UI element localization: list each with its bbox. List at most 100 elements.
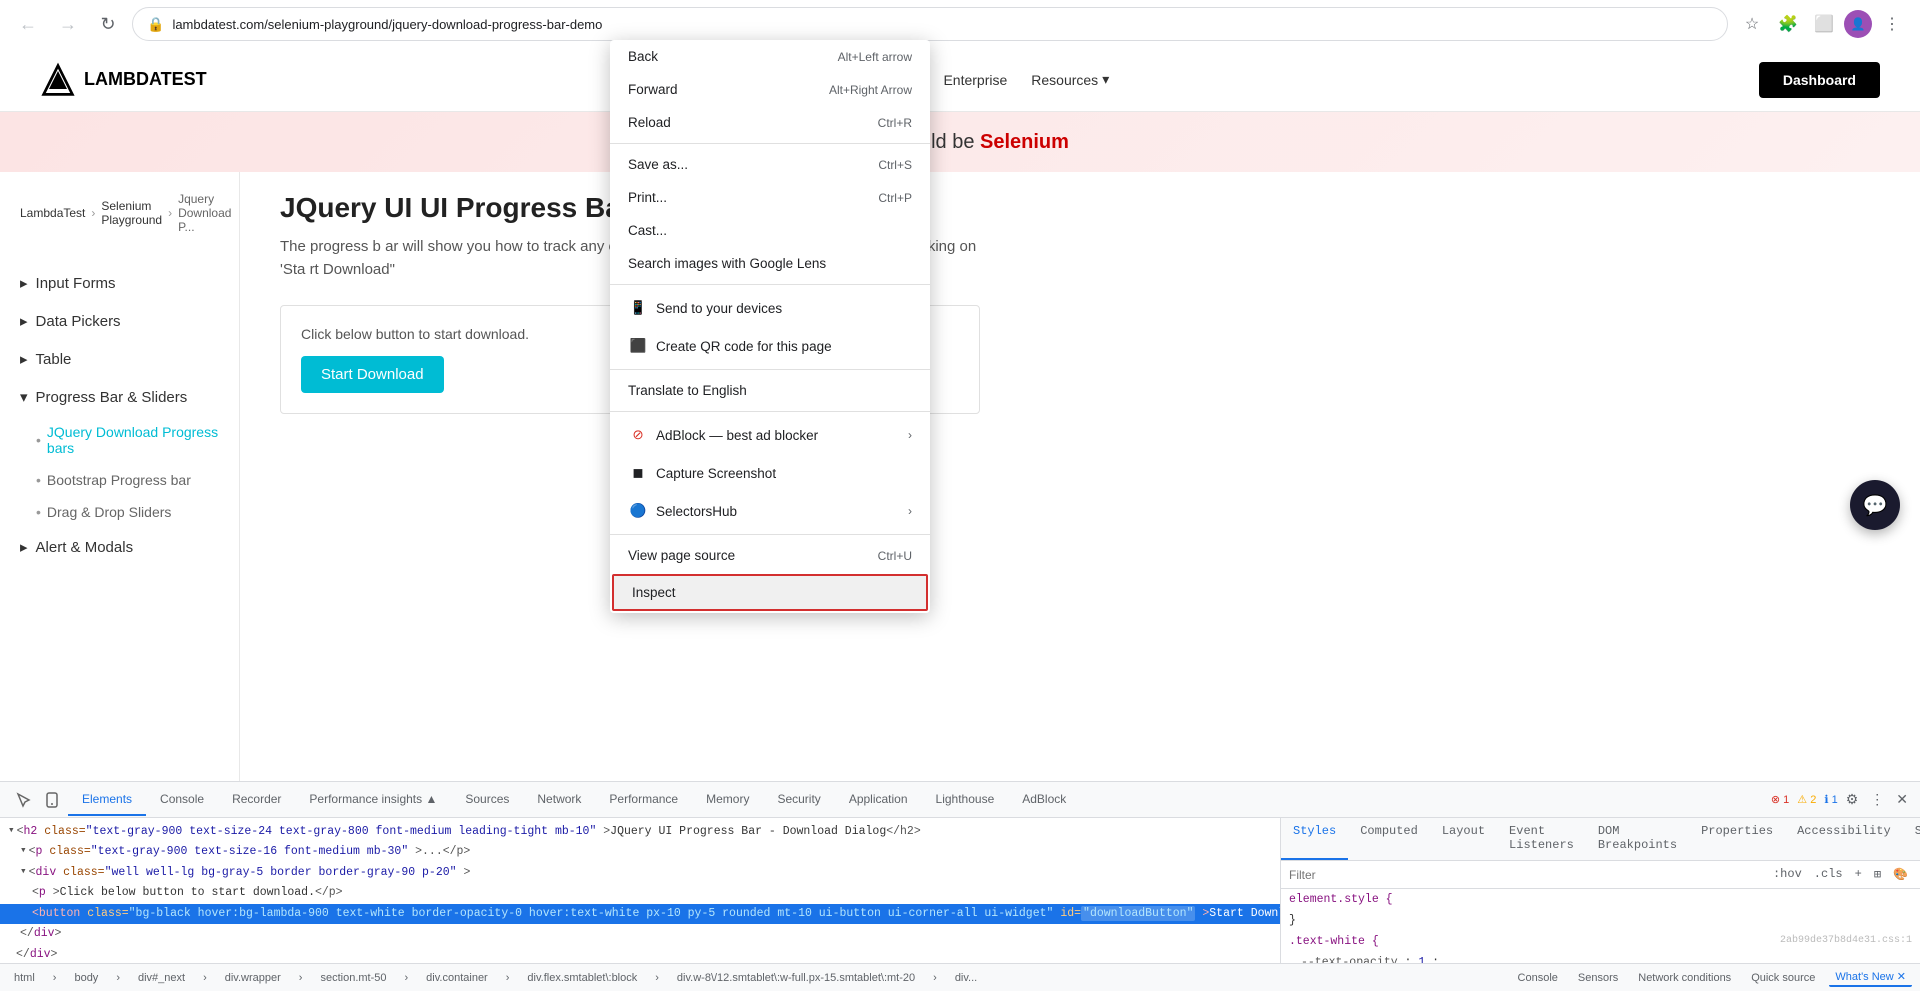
context-menu-cast[interactable]: Cast...	[610, 214, 930, 247]
context-menu-divider-1	[610, 143, 930, 144]
devtools-tab-application[interactable]: Application	[835, 784, 922, 816]
site-header: LAMBDATEST Platform ▾ Enterprise Resourc…	[0, 48, 1920, 112]
html-line-2[interactable]: ▾ <p class="text-gray-900 text-size-16 f…	[0, 842, 1280, 862]
styles-tab-properties[interactable]: Properties	[1689, 818, 1785, 860]
breadcrumb-div-w8[interactable]: div.w-8\/12.smtablet\:w-full.px-15.smtab…	[671, 970, 921, 986]
sidebar-subitem-jquery-download[interactable]: • JQuery Download Progress bars	[0, 416, 239, 464]
devtools-bottom-bar: html › body › div#_next › div.wrapper › …	[0, 963, 1920, 991]
dashboard-button[interactable]: Dashboard	[1759, 62, 1880, 98]
nav-enterprise[interactable]: Enterprise	[943, 72, 1007, 88]
breadcrumb-playground[interactable]: Selenium Playground	[101, 199, 162, 227]
styles-tab-dom-breakpoints[interactable]: DOM Breakpoints	[1586, 818, 1689, 860]
devtools-tab-performance-insights[interactable]: Performance insights ▲	[295, 784, 451, 816]
error-badge[interactable]: ⊗ 1	[1771, 793, 1789, 806]
hov-filter[interactable]: :hov	[1769, 865, 1806, 884]
warning-badge[interactable]: ⚠ 2	[1797, 793, 1816, 806]
breadcrumb-div-flex[interactable]: div.flex.smtablet\:block	[521, 970, 643, 986]
breadcrumb-section[interactable]: section.mt-50	[314, 970, 392, 986]
filter-actions: :hov .cls + ⊞ 🎨	[1769, 865, 1912, 884]
styles-tab-event-listeners[interactable]: Event Listeners	[1497, 818, 1586, 860]
context-menu-selectorshub[interactable]: 🔵 SelectorsHub ›	[610, 492, 930, 530]
sidebar-item-progress-bar[interactable]: ▾ Progress Bar & Sliders	[0, 378, 239, 416]
context-menu-search-lens[interactable]: Search images with Google Lens	[610, 247, 930, 280]
devtools-tab-adblock[interactable]: AdBlock	[1008, 784, 1080, 816]
cls-filter[interactable]: .cls	[1810, 865, 1847, 884]
chat-button[interactable]: 💬	[1850, 480, 1900, 530]
sidebar-item-input-forms[interactable]: ▸ Input Forms	[0, 264, 239, 302]
context-menu-screenshot[interactable]: ◼ Capture Screenshot	[610, 454, 930, 492]
breadcrumb-div-next[interactable]: div#_next	[132, 970, 191, 986]
toggle-computed[interactable]: ⊞	[1870, 865, 1885, 884]
devtools-settings-button[interactable]: ⚙	[1842, 787, 1863, 812]
info-badge[interactable]: ℹ 1	[1824, 793, 1837, 806]
add-filter[interactable]: +	[1851, 865, 1866, 884]
context-menu-print[interactable]: Print... Ctrl+P	[610, 181, 930, 214]
styles-tab-selectorshub[interactable]: SelectorsHub	[1903, 818, 1920, 860]
toggle-colors[interactable]: 🎨	[1889, 865, 1912, 884]
context-menu: Back Alt+Left arrow Forward Alt+Right Ar…	[610, 40, 930, 613]
devtools-tab-memory[interactable]: Memory	[692, 784, 763, 816]
more-menu-button[interactable]: ⋮	[1876, 8, 1908, 40]
devtools-tab-elements[interactable]: Elements	[68, 784, 146, 816]
styles-tab-layout[interactable]: Layout	[1430, 818, 1497, 860]
context-menu-inspect[interactable]: Inspect	[612, 574, 928, 611]
start-download-button[interactable]: Start Download	[301, 356, 444, 393]
device-toolbar-button[interactable]	[40, 788, 64, 812]
nav-resources[interactable]: Resources ▾	[1031, 71, 1109, 88]
styles-tab-styles[interactable]: Styles	[1281, 818, 1348, 860]
forward-button[interactable]: →	[52, 8, 84, 40]
sidebar-subitem-drag-drop[interactable]: • Drag & Drop Sliders	[0, 496, 239, 528]
html-line-6[interactable]: </div>	[0, 924, 1280, 944]
html-line-7[interactable]: </div>	[0, 945, 1280, 963]
context-menu-view-source[interactable]: View page source Ctrl+U	[610, 539, 930, 572]
devtools-tab-security[interactable]: Security	[763, 784, 834, 816]
extension-button[interactable]: 🧩	[1772, 8, 1804, 40]
split-screen-button[interactable]: ⬜	[1808, 8, 1840, 40]
devtools-tab-console[interactable]: Console	[146, 784, 218, 816]
styles-tab-accessibility[interactable]: Accessibility	[1785, 818, 1903, 860]
html-line-4[interactable]: <p >Click below button to start download…	[0, 883, 1280, 903]
bottom-tab-console[interactable]: Console	[1512, 970, 1564, 986]
devtools-tab-performance[interactable]: Performance	[595, 784, 692, 816]
context-menu-translate[interactable]: Translate to English	[610, 374, 930, 407]
devtools-close-button[interactable]: ✕	[1892, 787, 1912, 812]
bottom-tab-quick-source[interactable]: Quick source	[1745, 970, 1821, 986]
back-button[interactable]: ←	[12, 8, 44, 40]
styles-tab-computed[interactable]: Computed	[1348, 818, 1430, 860]
context-menu-back[interactable]: Back Alt+Left arrow	[610, 40, 930, 73]
context-menu-adblock[interactable]: ⊘ AdBlock — best ad blocker ›	[610, 416, 930, 454]
breadcrumb-div-container[interactable]: div.container	[420, 970, 494, 986]
sidebar-item-data-pickers[interactable]: ▸ Data Pickers	[0, 302, 239, 340]
html-line-5[interactable]: <button class="bg-black hover:bg-lambda-…	[0, 904, 1280, 925]
context-menu-forward[interactable]: Forward Alt+Right Arrow	[610, 73, 930, 106]
inspect-element-tool[interactable]	[12, 788, 36, 812]
bottom-tab-network-conditions[interactable]: Network conditions	[1632, 970, 1737, 986]
reload-button[interactable]: ↻	[92, 8, 124, 40]
devtools-more-button[interactable]: ⋮	[1866, 787, 1888, 812]
devtools-tab-recorder[interactable]: Recorder	[218, 784, 295, 816]
breadcrumb-home[interactable]: LambdaTest	[20, 206, 85, 220]
sidebar-item-table[interactable]: ▸ Table	[0, 340, 239, 378]
sidebar-item-alert-modals[interactable]: ▸ Alert & Modals	[0, 528, 239, 566]
breadcrumb-body[interactable]: body	[68, 970, 104, 986]
context-menu-save[interactable]: Save as... Ctrl+S	[610, 148, 930, 181]
bottom-tab-sensors[interactable]: Sensors	[1572, 970, 1624, 986]
devtools-tab-sources[interactable]: Sources	[451, 784, 523, 816]
breadcrumb-div-wrapper[interactable]: div.wrapper	[219, 970, 287, 986]
context-menu-reload[interactable]: Reload Ctrl+R	[610, 106, 930, 139]
bottom-tab-whats-new[interactable]: What's New ✕	[1829, 968, 1912, 987]
address-bar[interactable]: 🔒 lambdatest.com/selenium-playground/jqu…	[132, 7, 1728, 41]
html-line-3[interactable]: ▾ <div class="well well-lg bg-gray-5 bor…	[0, 863, 1280, 883]
bookmark-star-button[interactable]: ☆	[1736, 8, 1768, 40]
qr-code-icon: ⬛	[628, 336, 648, 356]
breadcrumb-html[interactable]: html	[8, 970, 41, 986]
context-menu-qr-code[interactable]: ⬛ Create QR code for this page	[610, 327, 930, 365]
context-menu-send-devices[interactable]: 📱 Send to your devices	[610, 289, 930, 327]
breadcrumb-div-more[interactable]: div...	[949, 970, 983, 986]
devtools-tab-lighthouse[interactable]: Lighthouse	[922, 784, 1009, 816]
filter-input[interactable]	[1289, 868, 1761, 882]
sidebar-subitem-bootstrap[interactable]: • Bootstrap Progress bar	[0, 464, 239, 496]
profile-avatar[interactable]: 👤	[1844, 10, 1872, 38]
html-line-1[interactable]: ▾ <h2 class="text-gray-900 text-size-24 …	[0, 822, 1280, 842]
devtools-tab-network[interactable]: Network	[523, 784, 595, 816]
